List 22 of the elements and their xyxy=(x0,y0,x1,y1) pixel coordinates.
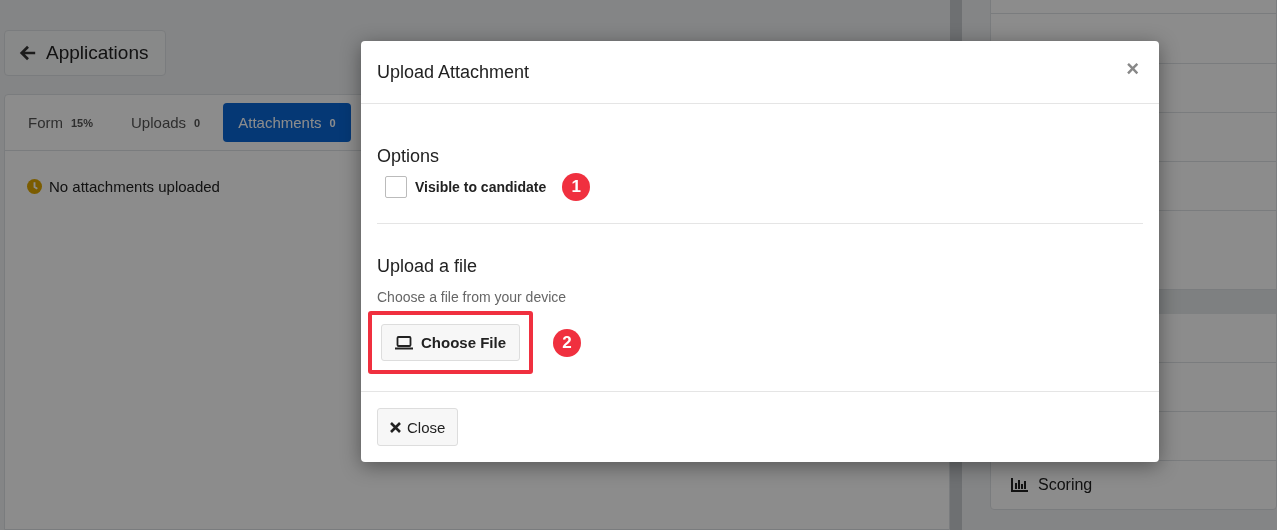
close-button[interactable]: Close xyxy=(377,408,459,446)
sidebar-item[interactable]: Scoring xyxy=(1038,476,1093,494)
hint-text: Choose a file from your device xyxy=(377,289,568,305)
dialog-title: Upload Attachment xyxy=(377,61,530,83)
left-arrow-icon xyxy=(19,44,37,62)
empty-message: No attachments uploaded xyxy=(49,178,220,195)
checkbox-label: Visible to candidate xyxy=(415,179,547,195)
tab[interactable]: Form 15% xyxy=(13,103,109,142)
close-icon xyxy=(390,421,401,433)
section-heading: Options xyxy=(377,146,441,167)
clock-icon xyxy=(27,179,42,194)
tab[interactable]: Attachments 0 xyxy=(223,103,351,142)
section-heading: Upload a file xyxy=(377,256,479,277)
choose-file-button[interactable]: Choose File xyxy=(381,324,520,361)
close-button[interactable]: × xyxy=(1122,56,1143,82)
checkbox[interactable] xyxy=(385,176,407,198)
step-number: 2 xyxy=(553,328,581,357)
back-button[interactable]: Applications xyxy=(4,30,166,76)
step-number: 1 xyxy=(562,173,591,201)
laptop-icon xyxy=(395,335,413,350)
tab[interactable]: Uploads 0 xyxy=(116,103,216,142)
bar-chart-icon xyxy=(1011,478,1028,492)
